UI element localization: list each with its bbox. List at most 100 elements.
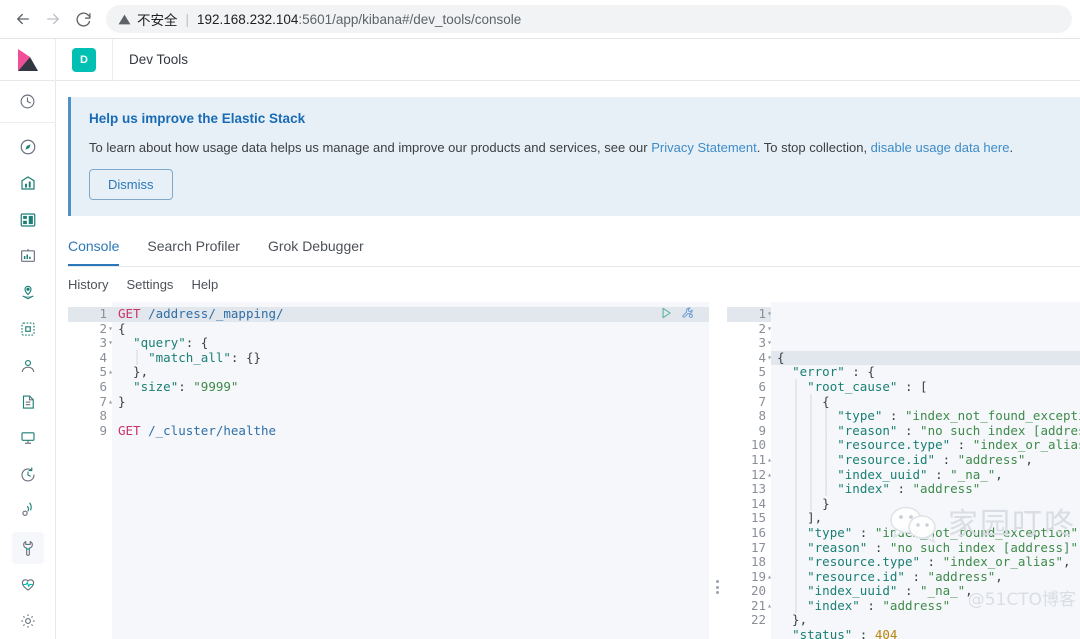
discover-compass-icon xyxy=(12,131,44,163)
url-path: :5601/app/kibana#/dev_tools/console xyxy=(298,11,522,27)
line-number: 2 ▾ xyxy=(99,320,113,336)
disable-usage-data-link[interactable]: disable usage data here xyxy=(871,140,1010,155)
monitoring-heartbeat-icon xyxy=(12,568,44,600)
console-split: 1 2 ▾ 3 ▾ 4 5 ▴ 6 7 ▴ 8 9 GET /address/_mapping/{ "q… xyxy=(68,302,1080,639)
code-line: "error" : { xyxy=(792,364,875,380)
code-line: │ │ │ "type" : "index_not_found_exceptio… xyxy=(792,408,1080,424)
sidebar-item-discover[interactable] xyxy=(0,128,56,164)
code-line: │ │ │ "resource.type" : "index_or_alias"… xyxy=(792,437,1080,453)
callout-text-3: . xyxy=(1009,140,1014,155)
request-actions xyxy=(659,306,695,324)
kibana-header: D Dev Tools xyxy=(0,38,1080,81)
settings-button[interactable]: Settings xyxy=(126,277,173,292)
line-number: 9 xyxy=(758,422,766,438)
code-line: "status" : 404 xyxy=(792,627,898,639)
line-number: 20 xyxy=(750,583,766,599)
omnibox-separator: | xyxy=(185,11,190,27)
line-number: 19 ▴ xyxy=(750,568,772,584)
sidebar-item-visualize[interactable] xyxy=(0,165,56,201)
request-editor[interactable]: 1 2 ▾ 3 ▾ 4 5 ▴ 6 7 ▴ 8 9 GET /address/_mapping/{ "q… xyxy=(68,302,709,639)
sidebar-item-monitoring[interactable] xyxy=(0,566,56,602)
privacy-statement-link[interactable]: Privacy Statement xyxy=(651,140,757,155)
code-line: │ │ │ "reason" : "no such index [address… xyxy=(792,422,1080,438)
infrastructure-user-icon xyxy=(12,350,44,382)
sidebar-item-siem[interactable] xyxy=(0,493,56,529)
line-number: 12 ▴ xyxy=(750,466,772,482)
code-line: │ │ } xyxy=(792,495,830,511)
line-number: 13 xyxy=(750,481,766,497)
tab-console[interactable]: Console xyxy=(68,230,120,266)
address-bar[interactable]: 不安全 | 192.168.232.104:5601/app/kibana#/d… xyxy=(106,5,1072,33)
line-number: 21 ▴ xyxy=(750,597,772,613)
code-line: │ "resource.id" : "address", xyxy=(792,568,1003,584)
play-triangle-icon[interactable] xyxy=(659,306,673,324)
sidebar-item-logs[interactable] xyxy=(0,384,56,420)
breadcrumb[interactable]: Dev Tools xyxy=(129,52,188,67)
help-button[interactable]: Help xyxy=(191,277,218,292)
line-number: 2 ▾ xyxy=(758,320,772,336)
sidebar-item-machine-learning[interactable] xyxy=(0,311,56,347)
line-number: 8 xyxy=(758,408,766,424)
history-button[interactable]: History xyxy=(68,277,108,292)
callout-text-1: To learn about how usage data helps us m… xyxy=(89,140,652,155)
line-number: 3 ▾ xyxy=(758,335,772,351)
code-line: │ │ { xyxy=(792,393,830,409)
sidebar-item-canvas[interactable] xyxy=(0,238,56,274)
sidebar-item-maps[interactable] xyxy=(0,274,56,310)
code-line: }, xyxy=(118,364,149,380)
code-line: │ "index_uuid" : "_na_", xyxy=(792,583,973,599)
code-line: │ │ │ "resource.id" : "address", xyxy=(792,451,1033,467)
sidebar-item-management[interactable] xyxy=(0,603,56,639)
canvas-presentation-icon xyxy=(12,240,44,272)
main-content: Help us improve the Elastic Stack To lea… xyxy=(56,81,1080,639)
dashboard-grid-icon xyxy=(12,204,44,236)
sidebar-item-infrastructure[interactable] xyxy=(0,347,56,383)
back-arrow-icon[interactable] xyxy=(8,4,38,34)
code-line: │ ], xyxy=(792,510,823,526)
dev-tools-app-badge[interactable]: D xyxy=(72,47,96,72)
line-number: 6 xyxy=(758,378,766,394)
line-number: 1 xyxy=(68,306,112,322)
code-line: │ "resource.type" : "index_or_alias", xyxy=(792,554,1071,570)
reload-icon[interactable] xyxy=(68,4,98,34)
code-line: GET /address/_mapping/ xyxy=(112,306,709,322)
line-number: 1 ▾ xyxy=(727,306,772,322)
line-number: 9 xyxy=(99,422,107,438)
panel-splitter[interactable] xyxy=(709,302,727,639)
primary-nav-rail xyxy=(0,81,56,639)
line-number: 18 xyxy=(750,554,766,570)
response-editor[interactable]: 1 ▾ 2 ▾ 3 ▾ 4 ▾ 5 6 7 8 9 10 11 ▴ 12 ▴ 13 14 15 16 17 18 19 ▴ 20 21… xyxy=(727,302,1080,639)
browser-toolbar: 不安全 | 192.168.232.104:5601/app/kibana#/d… xyxy=(0,0,1080,39)
line-number: 4 ▾ xyxy=(758,349,772,365)
tab-search-profiler[interactable]: Search Profiler xyxy=(147,230,240,266)
line-number: 6 xyxy=(99,378,107,394)
code-line: { xyxy=(118,320,126,336)
code-line: "query": { xyxy=(133,335,209,351)
callout-body: To learn about how usage data helps us m… xyxy=(89,140,1064,155)
recently-viewed-clock-icon xyxy=(12,86,44,118)
url-host: 192.168.232.104 xyxy=(197,11,299,27)
sidebar-item-dashboard[interactable] xyxy=(0,201,56,237)
line-number: 5 xyxy=(758,364,766,380)
splitter-drag-handle[interactable] xyxy=(716,580,720,594)
app-shell: Help us improve the Elastic Stack To lea… xyxy=(0,81,1080,639)
response-code[interactable]: 家园叮咚 @51CTO博客 { "error" : { │ "root_caus… xyxy=(771,302,1080,639)
sidebar-item-apm[interactable] xyxy=(0,420,56,456)
wrench-icon[interactable] xyxy=(681,306,695,324)
elastic-kibana-logo[interactable] xyxy=(0,38,56,81)
sidebar-item-recently-viewed[interactable] xyxy=(0,81,56,124)
request-code[interactable]: GET /address/_mapping/{ "query": { │ "ma… xyxy=(112,302,709,639)
tab-grok-debugger[interactable]: Grok Debugger xyxy=(268,230,364,266)
line-number: 3 ▾ xyxy=(99,335,113,351)
telemetry-callout: Help us improve the Elastic Stack To lea… xyxy=(68,97,1080,216)
dev-tools-wrench-icon xyxy=(11,531,44,564)
sidebar-item-dev-tools[interactable] xyxy=(0,530,56,566)
callout-wrapper: Help us improve the Elastic Stack To lea… xyxy=(56,81,1080,216)
forward-arrow-icon[interactable] xyxy=(38,4,68,34)
sidebar-item-uptime[interactable] xyxy=(0,457,56,493)
dev-tools-tabs: Console Search Profiler Grok Debugger xyxy=(68,230,1080,267)
dismiss-button[interactable]: Dismiss xyxy=(89,169,173,200)
line-number: 22 xyxy=(750,612,766,628)
line-number: 10 xyxy=(750,437,766,453)
